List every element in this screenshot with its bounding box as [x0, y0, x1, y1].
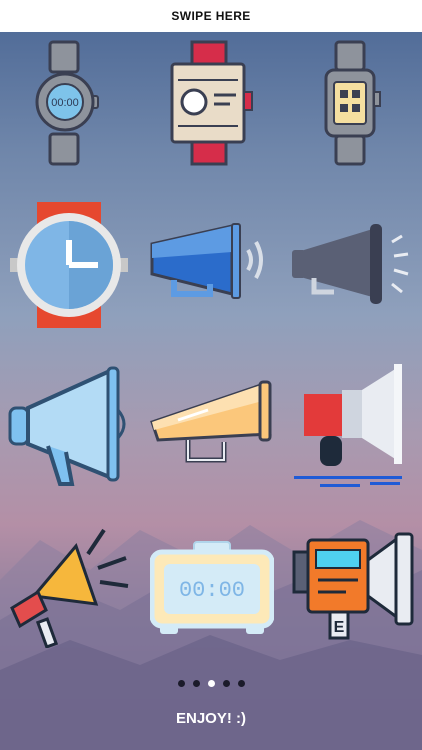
footer-label: ENJOY! :) — [175, 710, 246, 727]
page-indicator[interactable] — [0, 680, 422, 687]
alarm-time-text: 00:00 — [179, 578, 245, 603]
header-bar[interactable]: SWIPE HERE — [0, 0, 422, 32]
wall-clock-icon[interactable] — [8, 200, 130, 330]
megaphone-orange-icon[interactable] — [4, 524, 132, 648]
camera-megaphone-icon[interactable]: E — [290, 530, 418, 642]
page-dot[interactable] — [222, 680, 230, 687]
page-dot[interactable] — [192, 680, 200, 687]
page-dot-active[interactable] — [207, 680, 215, 687]
smartwatch-icon[interactable] — [322, 40, 382, 166]
loudspeaker-red-icon[interactable] — [290, 362, 412, 492]
page-dot[interactable] — [177, 680, 185, 687]
wristwatch-square-icon[interactable] — [168, 40, 254, 166]
megaphone-yellow-icon[interactable] — [148, 380, 274, 472]
megaphone-sound-blue-icon[interactable] — [148, 222, 274, 304]
page-dot[interactable] — [237, 680, 245, 687]
svg-text:E: E — [334, 619, 345, 636]
megaphone-outline-icon[interactable] — [8, 366, 132, 488]
watch-time-text: 00:00 — [51, 97, 79, 109]
megaphone-grey-icon[interactable] — [290, 222, 414, 306]
alarm-clock-digital-icon[interactable]: 00:00 — [150, 540, 274, 638]
header-label: SWIPE HERE — [171, 9, 251, 23]
wristwatch-digital-icon[interactable]: 00:00 — [30, 40, 100, 166]
